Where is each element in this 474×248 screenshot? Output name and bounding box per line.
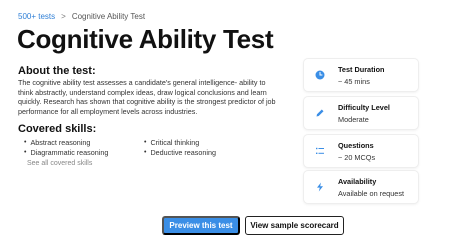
bullet-icon: • (24, 139, 27, 146)
card-value: ~ 45 mins (338, 77, 370, 86)
skill-item: • Abstract reasoning (24, 138, 144, 147)
card-label: Difficulty Level (338, 103, 390, 112)
about-description: The cognitive ability test assesses a ca… (18, 78, 276, 116)
card-value: Available on request (338, 189, 404, 198)
skill-item: • Critical thinking (144, 138, 264, 147)
breadcrumb-link-tests[interactable]: 500+ tests (18, 12, 55, 21)
bullet-icon: • (24, 149, 27, 156)
card-label: Availability (338, 177, 377, 186)
breadcrumb: 500+ tests > Cognitive Ability Test (18, 12, 145, 21)
card-value: Moderate (338, 115, 369, 124)
skill-label: Critical thinking (150, 138, 200, 147)
card-label: Test Duration (338, 65, 385, 74)
about-heading: About the test: (18, 65, 96, 77)
clock-icon (314, 69, 326, 81)
preview-test-button[interactable]: Preview this test (162, 216, 240, 235)
card-difficulty-level: Difficulty Level Moderate (304, 97, 418, 129)
pencil-icon (314, 107, 326, 119)
breadcrumb-separator: > (61, 12, 66, 21)
page-title: Cognitive Ability Test (17, 24, 274, 54)
view-sample-scorecard-button[interactable]: View sample scorecard (245, 216, 344, 235)
card-value: ~ 20 MCQs (338, 153, 376, 162)
skill-item: • Deductive reasoning (144, 148, 264, 157)
card-questions: Questions ~ 20 MCQs (304, 135, 418, 167)
skills-heading: Covered skills: (18, 123, 97, 135)
card-availability: Availability Available on request (304, 171, 418, 203)
bullet-icon: • (144, 139, 147, 146)
skill-label: Diagrammatic reasoning (30, 148, 109, 157)
list-icon (314, 145, 326, 157)
card-label: Questions (338, 141, 374, 150)
card-test-duration: Test Duration ~ 45 mins (304, 59, 418, 91)
see-all-skills-link[interactable]: See all covered skills (27, 160, 92, 167)
lightning-icon (314, 181, 326, 193)
skills-list: • Abstract reasoning • Critical thinking •… (24, 138, 284, 157)
skill-label: Deductive reasoning (150, 148, 216, 157)
skill-item: • Diagrammatic reasoning (24, 148, 144, 157)
skill-label: Abstract reasoning (30, 138, 91, 147)
bullet-icon: • (144, 149, 147, 156)
breadcrumb-current: Cognitive Ability Test (71, 12, 146, 21)
